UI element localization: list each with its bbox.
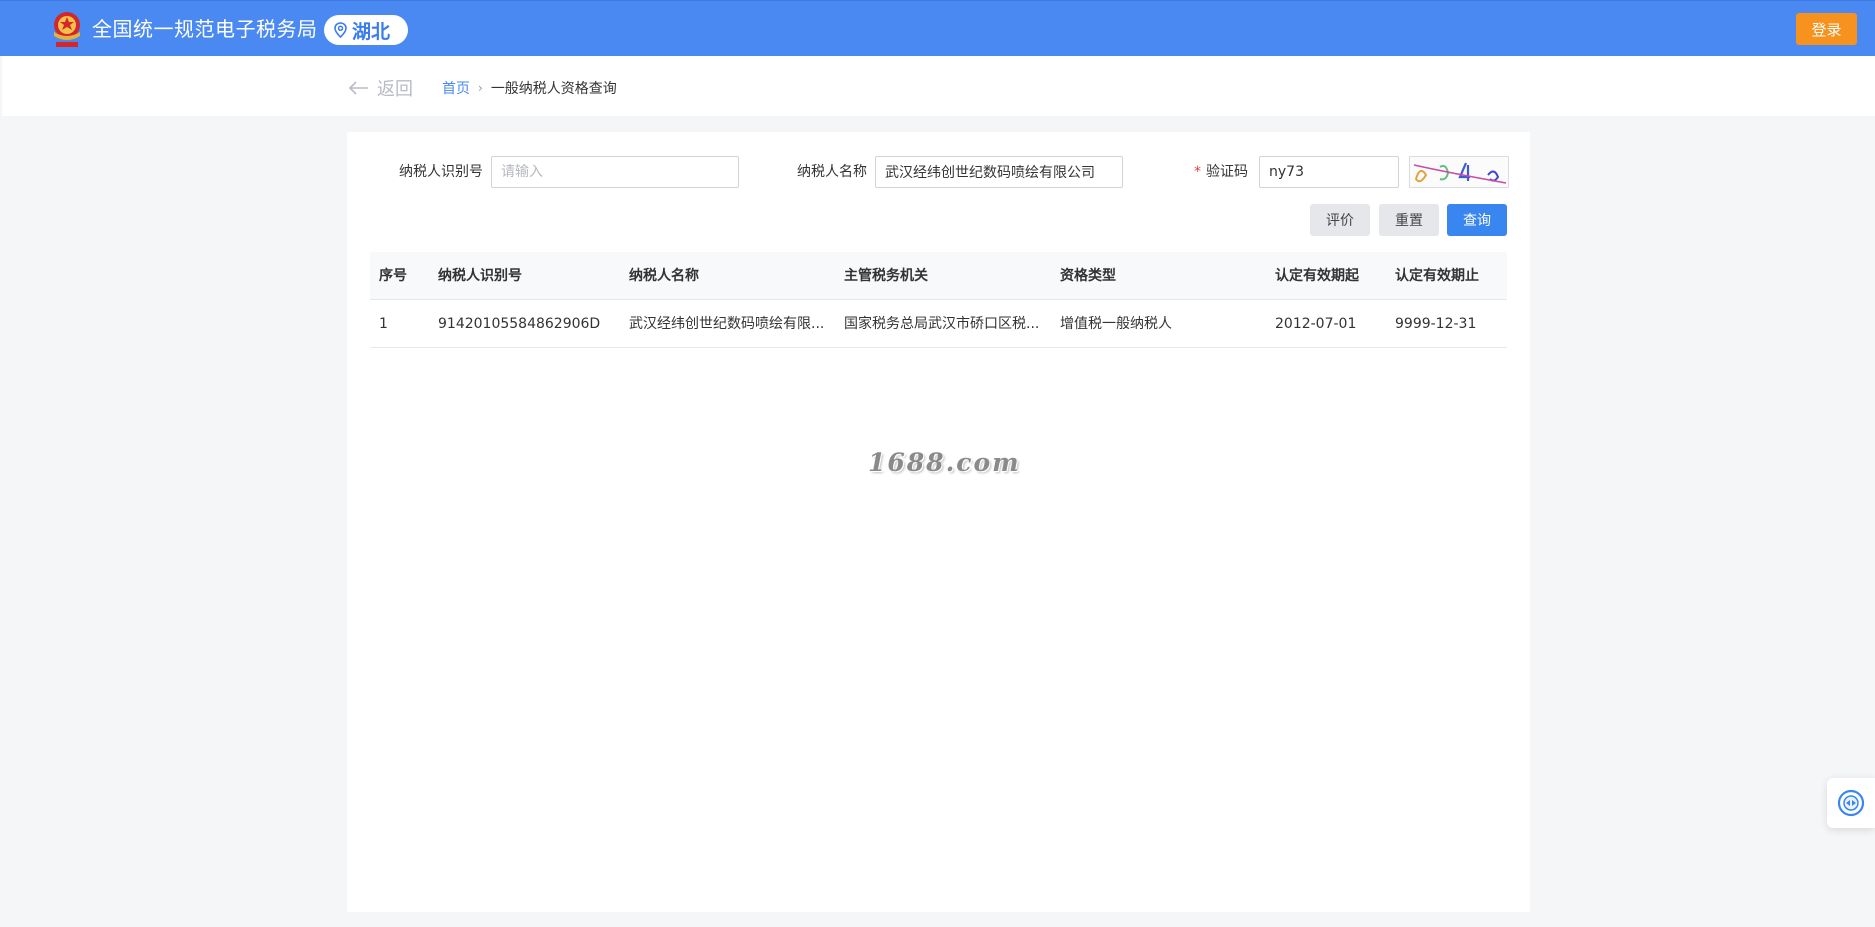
arrow-left-icon bbox=[349, 81, 368, 95]
region-selector[interactable]: 湖北 bbox=[324, 15, 408, 45]
column-header: 纳税人识别号 bbox=[438, 268, 522, 284]
column-header: 认定有效期止 bbox=[1395, 268, 1479, 284]
breadcrumb: 首页 › 一般纳税人资格查询 bbox=[442, 78, 617, 98]
tax-emblem-icon[interactable] bbox=[48, 8, 86, 50]
result-table: 序号 纳税人识别号 纳税人名称 主管税务机关 资格类型 认定有效期起 认定有效期… bbox=[370, 252, 1507, 348]
query-panel: 纳税人识别号 纳税人名称 * 验证码 评价 重置 查询 序号 纳税人识别号 纳税人… bbox=[347, 132, 1530, 912]
column-header: 认定有效期起 bbox=[1275, 268, 1359, 284]
location-pin-icon bbox=[334, 22, 347, 38]
table-cell: 国家税务总局武汉市硚口区税... bbox=[844, 316, 1040, 332]
table-header-row: 序号 纳税人识别号 纳税人名称 主管税务机关 资格类型 认定有效期起 认定有效期… bbox=[370, 252, 1507, 300]
back-button[interactable]: 返回 bbox=[349, 75, 413, 101]
taxpayer-name-input[interactable] bbox=[875, 156, 1123, 188]
captcha-input[interactable] bbox=[1259, 156, 1399, 188]
service-assistant-icon bbox=[1837, 789, 1865, 817]
chevron-right-icon: › bbox=[478, 81, 483, 95]
evaluate-button[interactable]: 评价 bbox=[1310, 204, 1370, 236]
captcha-image[interactable] bbox=[1409, 156, 1509, 188]
captcha-label-group: * 验证码 bbox=[1194, 162, 1248, 182]
top-header: 全国统一规范电子税务局 湖北 登录 bbox=[0, 0, 1875, 56]
breadcrumb-home-link[interactable]: 首页 bbox=[442, 78, 470, 98]
watermark-text: 1688.com bbox=[868, 448, 1021, 477]
breadcrumb-bar: 返回 首页 › 一般纳税人资格查询 bbox=[2, 56, 1875, 116]
column-header: 纳税人名称 bbox=[629, 268, 699, 284]
column-header: 主管税务机关 bbox=[844, 268, 928, 284]
table-cell: 1 bbox=[379, 316, 388, 332]
table-cell: 2012-07-01 bbox=[1275, 316, 1357, 332]
column-header: 资格类型 bbox=[1060, 268, 1116, 284]
login-button[interactable]: 登录 bbox=[1796, 13, 1857, 45]
column-header: 序号 bbox=[379, 268, 407, 284]
region-label: 湖北 bbox=[352, 20, 391, 43]
table-cell: 增值税一般纳税人 bbox=[1060, 316, 1172, 332]
required-mark: * bbox=[1194, 164, 1201, 180]
taxpayer-name-label: 纳税人名称 bbox=[797, 164, 867, 180]
captcha-label: 验证码 bbox=[1206, 164, 1248, 180]
table-cell: 91420105584862906D bbox=[438, 316, 601, 332]
table-cell: 9999-12-31 bbox=[1395, 316, 1477, 332]
query-button[interactable]: 查询 bbox=[1447, 204, 1507, 236]
table-cell: 武汉经纬创世纪数码喷绘有限... bbox=[629, 316, 825, 332]
site-title: 全国统一规范电子税务局 bbox=[92, 17, 318, 41]
taxpayer-id-label: 纳税人识别号 bbox=[399, 164, 483, 180]
reset-button[interactable]: 重置 bbox=[1379, 204, 1439, 236]
breadcrumb-current: 一般纳税人资格查询 bbox=[490, 81, 617, 97]
taxpayer-id-input[interactable] bbox=[491, 156, 739, 188]
back-label: 返回 bbox=[377, 79, 413, 100]
service-assistant-button[interactable] bbox=[1827, 778, 1875, 828]
table-row[interactable]: 1 91420105584862906D 武汉经纬创世纪数码喷绘有限... 国家… bbox=[370, 300, 1507, 348]
